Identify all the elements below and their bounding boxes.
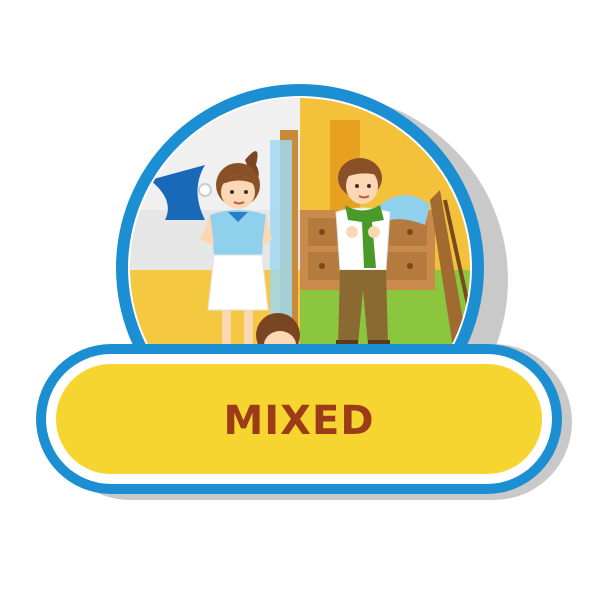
illustration [130,98,470,360]
mixed-category-badge[interactable]: MIXED [0,0,601,601]
badge-label: MIXED [223,398,374,444]
